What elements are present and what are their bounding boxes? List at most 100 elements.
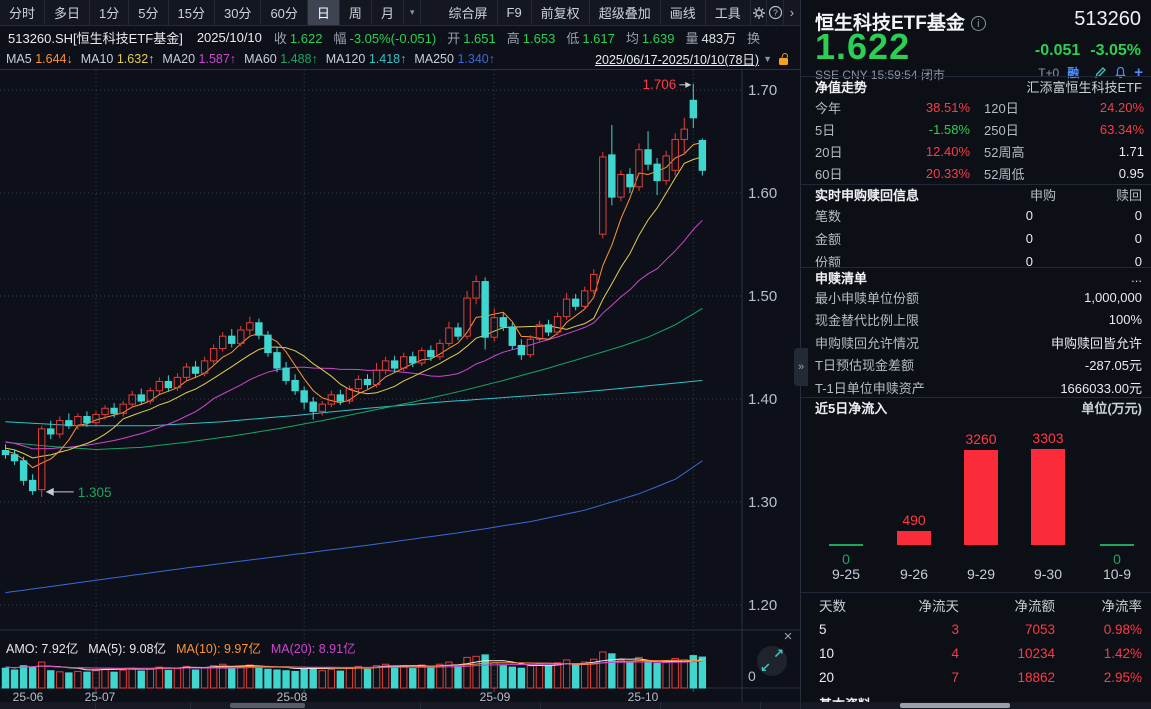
ma-legend-MA10: MA10 1.632↑ (81, 52, 155, 66)
last-price: 1.622 (815, 26, 910, 68)
nav-stat-row: 60日20.33%52周低0.95 (801, 162, 1151, 184)
gear-icon[interactable] (751, 0, 768, 25)
table-cell: 7 (871, 670, 959, 685)
toolbar-button-工具[interactable]: 工具 (706, 0, 751, 25)
stat-value: 63.34% (1054, 122, 1144, 137)
close-icon[interactable]: × (779, 628, 797, 646)
ma-legend-bar: MA5 1.644↓MA10 1.632↑MA20 1.587↑MA60 1.4… (0, 48, 800, 70)
svg-text:25-07: 25-07 (85, 690, 116, 702)
net-inflow-table: 天数净流天净流额净流率5370530.98%104102341.42%20718… (801, 592, 1151, 689)
table-row[interactable]: 5370530.98% (801, 617, 1151, 641)
table-cell: 1.42% (1055, 646, 1142, 661)
toolbar-button-前复权[interactable]: 前复权 (532, 0, 590, 25)
table-header-净流额: 净流额 (959, 595, 1055, 615)
stat-value: 12.40% (875, 144, 970, 159)
tab-period-30分[interactable]: 30分 (215, 0, 261, 25)
col-redeem: 赎回 (1056, 185, 1142, 204)
chevron-down-icon[interactable]: ▼ (763, 54, 772, 64)
tab-period-多日[interactable]: 多日 (45, 0, 90, 25)
list-row-T日预估现金差额: T日预估现金差额-287.05元 (801, 354, 1151, 377)
strip-divider (190, 702, 191, 709)
subs-value-subscribe: 0 (935, 208, 1033, 223)
toolbar-button-超级叠加[interactable]: 超级叠加 (590, 0, 661, 25)
inflow-bar (1031, 449, 1065, 545)
stat-label: 60日 (815, 164, 875, 183)
list-row-T-1日单位申赎资产: T-1日单位申赎资产1666033.00元 (801, 376, 1151, 399)
svg-text:1.305: 1.305 (78, 485, 112, 500)
price-change: -0.051-3.05% (1025, 42, 1141, 60)
panel-hscrollbar-thumb[interactable] (900, 703, 1010, 708)
date-range-selector[interactable]: 2025/06/17-2025/10/10(78日) (595, 49, 759, 68)
subs-value-subscribe: 0 (935, 231, 1033, 246)
list-value: 1,000,000 (1084, 290, 1142, 305)
stat-label: 250日 (984, 120, 1054, 139)
tab-period-月[interactable]: 月 (372, 0, 404, 25)
quote-field-开: 开1.651 (447, 31, 496, 46)
table-header-row: 天数净流天净流额净流率 (801, 593, 1151, 617)
table-cell: 20 (819, 670, 871, 685)
section-realtime-subs: 实时申购赎回信息 申购 赎回 (801, 184, 1151, 204)
strip-divider (540, 702, 541, 709)
zero-line (1100, 544, 1134, 546)
help-icon[interactable]: ? (767, 0, 784, 25)
stat-value: 0.95 (1054, 166, 1144, 181)
tab-period-分时[interactable]: 分时 (0, 0, 45, 25)
svg-text:25-09: 25-09 (480, 690, 511, 702)
list-row-申购赎回允许情况: 申购赎回允许情况申购赎回皆允许 (801, 331, 1151, 354)
more-ellipsis[interactable]: ... (1131, 270, 1142, 285)
table-row[interactable]: 207188622.95% (801, 665, 1151, 689)
list-label: 最小申赎单位份额 (815, 288, 919, 307)
toolbar-button-综合屏[interactable]: 综合屏 (439, 0, 497, 25)
candlestick-chart-svg[interactable]: 1.701.601.501.401.301.20025-0625-0725-08… (0, 70, 800, 702)
fund-full-name: 汇添富恒生科技ETF (1026, 77, 1142, 96)
ma-legend-MA250: MA250 1.340↑ (414, 52, 495, 66)
bottom-tab-strip[interactable] (0, 702, 1151, 709)
table-cell: 10 (819, 646, 871, 661)
table-cell: 7053 (959, 622, 1055, 637)
fund-code: 513260 (1074, 8, 1141, 31)
toolbar-button-F9[interactable]: F9 (498, 0, 532, 25)
subs-row-金额: 金额00 (801, 227, 1151, 250)
table-row[interactable]: 104102341.42% (801, 641, 1151, 665)
tab-period-周[interactable]: 周 (340, 0, 372, 25)
amo-legend-item-1: MA(5): 9.08亿 (88, 638, 166, 652)
tab-period-15分[interactable]: 15分 (169, 0, 215, 25)
candlestick-chart[interactable]: 1.701.601.501.401.301.20025-0625-0725-08… (0, 70, 800, 702)
more-chevron-icon[interactable]: › (784, 0, 800, 25)
list-row-现金替代比例上限: 现金替代比例上限100% (801, 309, 1151, 332)
quote-info-bar: 513260.SH[恒生科技ETF基金] 2025/10/10 收1.622幅-… (0, 26, 800, 48)
panel-expander[interactable]: » (794, 348, 808, 386)
unlock-icon[interactable] (778, 53, 790, 65)
toolbar-button-画线[interactable]: 画线 (661, 0, 706, 25)
table-header-净流天: 净流天 (871, 595, 959, 615)
quote-field-均: 均1.639 (626, 31, 675, 46)
svg-text:1.40: 1.40 (748, 391, 777, 408)
main-hscrollbar-thumb[interactable] (230, 703, 305, 708)
table-cell: 2.95% (1055, 670, 1142, 685)
tab-period-日[interactable]: 日 (308, 0, 340, 25)
section-nav-trend[interactable]: 净值走势 汇添富恒生科技ETF (801, 76, 1151, 96)
bar-value: 3303 (1018, 430, 1078, 446)
nav-stat-row: 20日12.40%52周高1.71 (801, 140, 1151, 162)
expand-icon[interactable]: ↗↙ (757, 646, 787, 676)
info-icon[interactable]: i (971, 16, 986, 31)
strip-divider (95, 702, 96, 709)
nav-stat-row: 5日-1.58%250日63.34% (801, 118, 1151, 140)
quote-field-低: 低1.617 (566, 31, 615, 46)
inflow-bar (897, 531, 931, 545)
stat-value: 38.51% (875, 100, 970, 115)
strip-divider (660, 702, 661, 709)
section-subs-list[interactable]: 申赎清单 ... (801, 267, 1151, 286)
table-header-净流率: 净流率 (1055, 595, 1142, 615)
svg-text:1.30: 1.30 (748, 494, 777, 511)
chevron-down-icon[interactable]: ▾ (404, 0, 422, 25)
tab-period-1分[interactable]: 1分 (90, 0, 129, 25)
tab-period-60分[interactable]: 60分 (261, 0, 307, 25)
tab-period-5分[interactable]: 5分 (129, 0, 168, 25)
subs-rows: 笔数00金额00份额00 (801, 204, 1151, 273)
list-value: 1666033.00元 (1060, 378, 1142, 397)
list-value: 100% (1109, 312, 1142, 327)
table-cell: 0.98% (1055, 622, 1142, 637)
table-cell: 4 (871, 646, 959, 661)
ma-legend-MA20: MA20 1.587↑ (162, 52, 236, 66)
